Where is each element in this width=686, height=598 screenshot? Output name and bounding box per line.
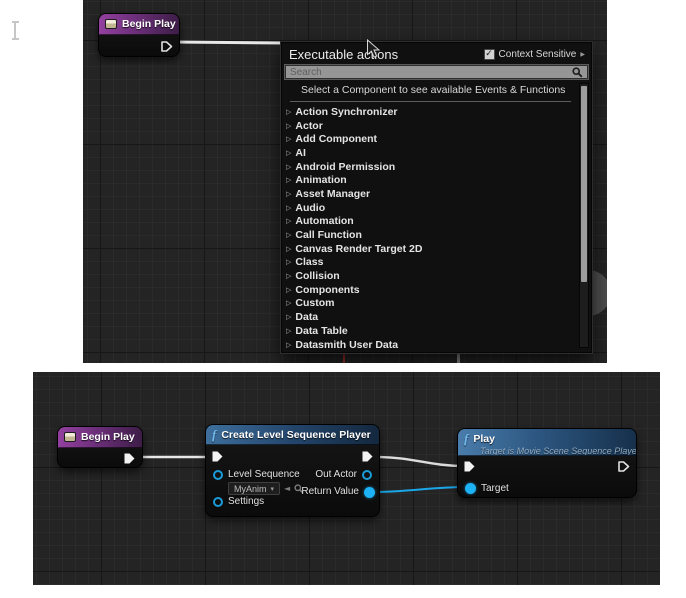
expander-icon[interactable]: ▷	[286, 272, 291, 280]
create-level-sequence-player-node[interactable]: f Create Level Sequence Player Level Seq…	[205, 424, 380, 517]
context-menu: Executable actions ✓ Context Sensitive ▶…	[281, 42, 592, 353]
category-row-actor[interactable]: ▷Actor	[282, 119, 591, 133]
category-row-asset-manager[interactable]: ▷Asset Manager	[282, 187, 591, 201]
expander-icon[interactable]: ▷	[286, 286, 291, 294]
expander-icon[interactable]: ▷	[286, 122, 291, 130]
category-row-android-permission[interactable]: ▷Android Permission	[282, 160, 591, 174]
category-row-components[interactable]: ▷Components	[282, 283, 591, 297]
text-cursor	[14, 23, 16, 38]
expander-icon[interactable]: ▷	[286, 108, 291, 116]
function-icon: f	[464, 432, 468, 445]
begin-play-header: Begin Play	[99, 14, 179, 35]
category-row-call-function[interactable]: ▷Call Function	[282, 228, 591, 242]
expander-icon[interactable]: ▷	[286, 190, 291, 198]
event-icon	[64, 432, 76, 442]
create-node-header: f Create Level Sequence Player	[206, 425, 379, 445]
expander-icon[interactable]: ▷	[286, 135, 291, 143]
expander-icon[interactable]: ▷	[286, 204, 291, 212]
level-sequence-pin[interactable]	[213, 470, 223, 480]
caret-down-icon: ▾	[271, 485, 275, 493]
blueprint-graph-top[interactable]: Begin Play Executable actions ✓ Context …	[83, 0, 607, 363]
begin-play-node[interactable]: Begin Play	[57, 426, 143, 468]
category-row-class[interactable]: ▷Class	[282, 256, 591, 270]
chevron-right-icon[interactable]: ▶	[580, 51, 585, 58]
expander-icon[interactable]: ▷	[286, 163, 291, 171]
context-menu-title: Executable actions	[289, 47, 484, 62]
event-icon	[105, 19, 117, 29]
exec-in-pin[interactable]	[463, 460, 476, 473]
exec-in-pin[interactable]	[211, 450, 224, 463]
play-node[interactable]: f Play Target is Movie Scene Sequence Pl…	[457, 428, 637, 498]
return-value-pin[interactable]	[364, 487, 375, 498]
category-row-data-table[interactable]: ▷Data Table	[282, 324, 591, 338]
category-row-animation[interactable]: ▷Animation	[282, 173, 591, 187]
exec-out-pin[interactable]	[123, 452, 136, 465]
asset-value: MyAnim	[234, 484, 267, 494]
category-row-collision[interactable]: ▷Collision	[282, 269, 591, 283]
category-row-add-component[interactable]: ▷Add Component	[282, 132, 591, 146]
exec-out-pin[interactable]	[361, 450, 374, 463]
node-subtitle: Target is Movie Scene Sequence Player	[480, 446, 628, 456]
target-label: Target	[481, 483, 509, 494]
exec-out-pin[interactable]	[160, 40, 173, 53]
data-wire	[374, 487, 467, 492]
category-row-action-synchronizer[interactable]: ▷Action Synchronizer	[282, 105, 591, 119]
begin-play-node[interactable]: Begin Play	[98, 13, 180, 57]
category-row-data[interactable]: ▷Data	[282, 310, 591, 324]
settings-label: Settings	[228, 496, 264, 507]
component-hint-text: Select a Component to see available Even…	[282, 79, 591, 99]
return-value-label: Return Value	[301, 486, 359, 497]
category-row-canvas-render-target-2d[interactable]: ▷Canvas Render Target 2D	[282, 242, 591, 256]
play-node-header: f Play Target is Movie Scene Sequence Pl…	[458, 429, 636, 456]
expander-icon[interactable]: ▷	[286, 231, 291, 239]
node-title: Begin Play	[81, 431, 135, 443]
expander-icon[interactable]: ▷	[286, 217, 291, 225]
expander-icon[interactable]: ▷	[286, 341, 291, 349]
node-title: Create Level Sequence Player	[221, 429, 370, 441]
context-sensitive-checkbox[interactable]: ✓	[484, 49, 495, 60]
category-row-ai[interactable]: ▷AI	[282, 146, 591, 160]
search-placeholder: Search	[290, 67, 572, 78]
context-sensitive-label: Context Sensitive	[499, 49, 577, 60]
check-icon: ✓	[485, 50, 493, 59]
out-actor-label: Out Actor	[315, 469, 357, 480]
function-icon: f	[212, 428, 216, 441]
target-pin[interactable]	[465, 483, 476, 494]
asset-picker-row: MyAnim ▾ ◄	[228, 482, 304, 495]
expander-icon[interactable]: ▷	[286, 327, 291, 335]
scrollbar[interactable]	[579, 83, 589, 348]
level-sequence-label: Level Sequence	[228, 469, 300, 480]
mouse-cursor	[366, 39, 380, 59]
settings-pin[interactable]	[213, 497, 223, 507]
category-row-audio[interactable]: ▷Audio	[282, 201, 591, 215]
expander-icon[interactable]: ▷	[286, 299, 291, 307]
blueprint-graph-bottom[interactable]: Begin Play f Create Level Sequence Playe…	[33, 372, 660, 585]
expander-icon[interactable]: ▷	[286, 313, 291, 321]
asset-dropdown[interactable]: MyAnim ▾	[228, 482, 280, 495]
begin-play-header: Begin Play	[58, 427, 142, 448]
node-title: Begin Play	[122, 18, 176, 30]
exec-out-pin[interactable]	[617, 460, 630, 473]
category-row-datasmith-user-data[interactable]: ▷Datasmith User Data	[282, 338, 591, 352]
exec-wire-2	[376, 457, 464, 466]
use-selected-asset-icon[interactable]: ◄	[284, 484, 290, 493]
search-input[interactable]: Search	[285, 65, 588, 79]
node-title: Play	[473, 433, 495, 445]
category-row-custom[interactable]: ▷Custom	[282, 297, 591, 311]
expander-icon[interactable]: ▷	[286, 258, 291, 266]
category-list: ▷Action Synchronizer ▷Actor ▷Add Compone…	[282, 105, 591, 351]
context-menu-titlebar: Executable actions ✓ Context Sensitive ▶	[282, 43, 591, 65]
category-row-automation[interactable]: ▷Automation	[282, 215, 591, 229]
separator	[290, 101, 571, 102]
expander-icon[interactable]: ▷	[286, 176, 291, 184]
scrollbar-thumb[interactable]	[581, 86, 587, 282]
out-actor-pin[interactable]	[362, 470, 372, 480]
expander-icon[interactable]: ▷	[286, 245, 291, 253]
expander-icon[interactable]: ▷	[286, 149, 291, 157]
search-icon	[572, 67, 583, 78]
